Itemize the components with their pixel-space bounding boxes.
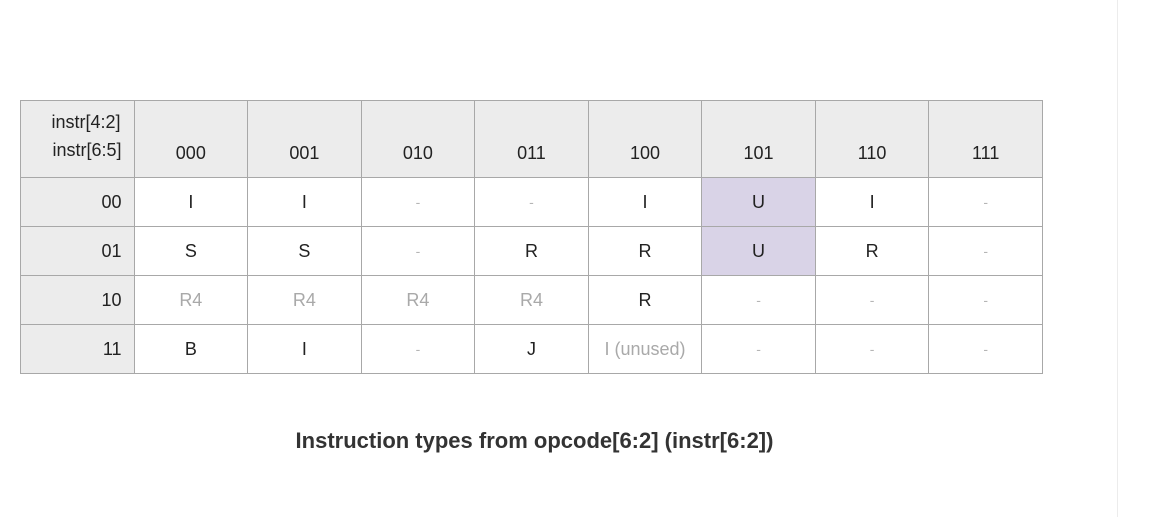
- opcode-cell: -: [360, 324, 476, 374]
- opcode-cell: -: [701, 324, 816, 374]
- opcode-cell: U: [701, 226, 816, 276]
- opcode-cell: I (unused): [587, 324, 703, 374]
- column-header: 000: [133, 100, 249, 178]
- opcode-cell: I: [133, 177, 249, 227]
- opcode-cell: -: [928, 275, 1043, 325]
- column-header: 111: [928, 100, 1043, 178]
- opcode-cell: R4: [133, 275, 249, 325]
- opcode-cell: I: [587, 177, 703, 227]
- opcode-cell: -: [928, 324, 1043, 374]
- opcode-cell: -: [360, 226, 476, 276]
- opcode-cell: R4: [247, 275, 362, 325]
- table-row: 11 B I - J I (unused) - - -: [20, 324, 1043, 374]
- column-axis-label: instr[4:2]: [51, 112, 121, 132]
- table-row: 10 R4 R4 R4 R4 R - - -: [20, 275, 1043, 325]
- opcode-table: instr[4:2] instr[6:5] 000 001 010 011 10…: [20, 100, 1043, 374]
- column-header: 100: [587, 100, 703, 178]
- corner-header-cell: instr[4:2] instr[6:5]: [20, 100, 135, 178]
- opcode-cell: I: [247, 177, 362, 227]
- table-row: 00 I I - - I U I -: [20, 177, 1043, 227]
- column-header: 010: [360, 100, 476, 178]
- opcode-cell: I: [247, 324, 362, 374]
- row-header: 00: [20, 177, 135, 227]
- opcode-cell: -: [474, 177, 589, 227]
- opcode-cell: S: [247, 226, 362, 276]
- opcode-cell: U: [701, 177, 816, 227]
- column-header: 101: [701, 100, 816, 178]
- page-right-rule: [1117, 0, 1118, 517]
- opcode-cell: I: [814, 177, 930, 227]
- opcode-cell: -: [814, 324, 930, 374]
- row-axis-label: instr[6:5]: [52, 140, 122, 160]
- row-header: 11: [20, 324, 135, 374]
- table-row: 01 S S - R R U R -: [20, 226, 1043, 276]
- opcode-cell: -: [928, 177, 1043, 227]
- row-header: 10: [20, 275, 135, 325]
- opcode-cell: R4: [474, 275, 589, 325]
- opcode-cell: R: [587, 275, 703, 325]
- opcode-cell: S: [133, 226, 249, 276]
- table-caption: Instruction types from opcode[6:2] (inst…: [295, 428, 774, 453]
- column-header: 001: [247, 100, 362, 178]
- opcode-cell: -: [701, 275, 816, 325]
- opcode-cell: -: [360, 177, 476, 227]
- opcode-cell: R4: [360, 275, 476, 325]
- opcode-cell: R: [587, 226, 703, 276]
- table-header-row: instr[4:2] instr[6:5] 000 001 010 011 10…: [20, 100, 1043, 178]
- opcode-table-body: instr[4:2] instr[6:5] 000 001 010 011 10…: [20, 100, 1043, 374]
- opcode-cell: -: [928, 226, 1043, 276]
- row-header: 01: [20, 226, 135, 276]
- opcode-cell: J: [474, 324, 589, 374]
- column-header: 011: [474, 100, 589, 178]
- opcode-cell: -: [814, 275, 930, 325]
- opcode-cell: R: [474, 226, 589, 276]
- opcode-cell: R: [814, 226, 930, 276]
- opcode-cell: B: [133, 324, 249, 374]
- column-header: 110: [814, 100, 930, 178]
